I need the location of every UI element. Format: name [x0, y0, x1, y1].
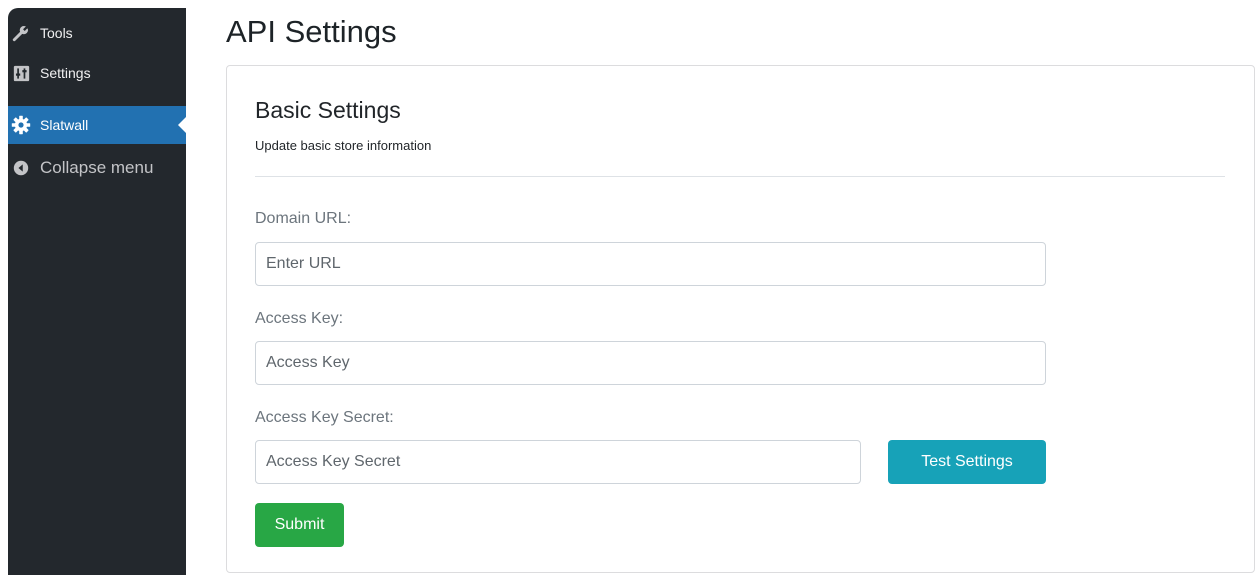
card-title: Basic Settings [255, 97, 401, 123]
access-key-secret-input[interactable] [255, 440, 861, 484]
sidebar-item-label: Slatwall [40, 117, 89, 133]
sidebar-item-tools[interactable]: Tools [8, 22, 186, 44]
page-title: API Settings [226, 14, 397, 49]
sidebar-item-label: Settings [40, 65, 91, 81]
access-key-input[interactable] [255, 341, 1046, 385]
domain-url-label: Domain URL: [255, 210, 352, 227]
sidebar-item-slatwall[interactable]: Slatwall [8, 106, 186, 144]
admin-sidebar: Tools Settings Slatwall Collapse menu [8, 8, 186, 575]
main-content: API Settings Basic Settings Update basic… [186, 8, 1257, 575]
card-subtitle: Update basic store information [255, 138, 432, 153]
collapse-menu-button[interactable]: Collapse menu [8, 155, 186, 181]
access-key-label: Access Key: [255, 310, 344, 327]
access-key-secret-label: Access Key Secret: [255, 409, 394, 426]
domain-url-input[interactable] [255, 242, 1046, 286]
test-settings-button[interactable]: Test Settings [888, 440, 1046, 484]
section-divider [255, 176, 1225, 177]
sidebar-item-label: Tools [40, 25, 73, 41]
active-menu-indicator [178, 117, 186, 133]
app-window: Tools Settings Slatwall Collapse menu AP… [8, 8, 1257, 575]
settings-sliders-icon [11, 63, 31, 83]
basic-settings-card: Basic Settings Update basic store inform… [226, 65, 1255, 573]
sidebar-item-settings[interactable]: Settings [8, 62, 186, 84]
gear-icon [11, 115, 31, 135]
submit-button[interactable]: Submit [255, 503, 344, 547]
collapse-arrow-icon [11, 158, 31, 178]
sidebar-item-label: Collapse menu [40, 158, 154, 177]
wrench-icon [11, 23, 31, 43]
